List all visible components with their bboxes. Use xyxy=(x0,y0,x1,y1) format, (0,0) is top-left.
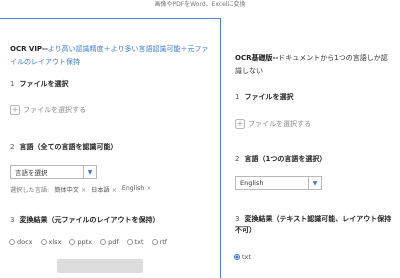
basic-step-select-file: 1 ファイルを選択 xyxy=(235,92,293,102)
format-option-docx[interactable]: docx xyxy=(9,238,33,246)
vip-convert-button[interactable] xyxy=(57,259,143,273)
vip-format-options: docx xlsx pptx pdf txt rtf xyxy=(9,238,167,246)
page-subtitle: 画像やPDFをWord、Excelに変換 xyxy=(154,1,246,8)
basic-title-strong: OCR基礎版-- xyxy=(235,54,279,62)
radio-icon xyxy=(126,239,133,245)
plus-icon: + xyxy=(235,119,245,129)
step-number: 1 xyxy=(10,80,15,88)
format-option-pptx[interactable]: pptx xyxy=(69,238,92,246)
step-label: ファイルを選択 xyxy=(244,93,294,101)
step-label: ファイルを選択 xyxy=(19,80,69,88)
plus-icon: + xyxy=(10,105,20,115)
vip-title-strong: OCR VIP-- xyxy=(10,45,48,53)
radio-icon xyxy=(40,239,47,245)
radio-selected-icon xyxy=(234,254,240,260)
format-option-txt[interactable]: txt xyxy=(234,253,251,261)
format-option-txt[interactable]: txt xyxy=(126,238,144,246)
format-option-rtf[interactable]: rtf xyxy=(151,238,167,246)
format-option-pdf[interactable]: pdf xyxy=(100,238,119,246)
step-label: 言語（1つの言語を選択） xyxy=(244,155,327,163)
select-file-label: ファイルを選択する xyxy=(248,120,311,128)
step-number: 1 xyxy=(235,93,240,101)
remove-icon[interactable]: × xyxy=(112,187,117,194)
language-select-value: English xyxy=(240,179,264,187)
basic-step-output: 3 変換結果（テキスト認識可能、レイアウト保持不可） xyxy=(235,214,395,236)
vip-title: OCR VIP--より高い認識精度＋より多い言語認識可能＋元ファイルのレイアウト… xyxy=(10,43,212,68)
step-number: 2 xyxy=(10,143,15,151)
radio-icon xyxy=(151,239,158,245)
vip-step-output: 3 変換結果（元ファイルのレイアウトを保持） xyxy=(10,215,159,225)
selected-languages-label: 選択した言語: xyxy=(10,187,50,194)
language-select-value: 言語を選択 xyxy=(15,169,48,177)
vip-step-language: 2 言語（全ての言語を認識可能） xyxy=(10,142,117,152)
ocr-vip-panel: OCR VIP--より高い認識精度＋より多い言語認識可能＋元ファイルのレイアウト… xyxy=(0,18,221,278)
vip-selected-languages: 選択した言語: 簡体中文 × 日本語 × English × xyxy=(10,185,151,194)
remove-icon[interactable]: × xyxy=(146,185,151,192)
radio-icon xyxy=(69,239,76,245)
select-file-label: ファイルを選択する xyxy=(23,106,86,114)
remove-icon[interactable]: × xyxy=(81,187,86,194)
vip-language-select[interactable]: 言語を選択 ▼ xyxy=(10,165,97,179)
step-label: 変換結果（元ファイルのレイアウトを保持） xyxy=(19,216,160,224)
vip-select-file-button[interactable]: + ファイルを選択する xyxy=(10,105,86,115)
step-number: 2 xyxy=(235,155,240,163)
language-tag: 簡体中文 × xyxy=(54,187,87,194)
radio-icon xyxy=(9,239,15,245)
vip-step-select-file: 1 ファイルを選択 xyxy=(10,79,68,89)
basic-title: OCR基礎版--ドキュメントから1つの言語しか認識しない xyxy=(235,52,392,77)
basic-language-select[interactable]: English ▼ xyxy=(235,176,322,190)
step-label: 言語（全ての言語を認識可能） xyxy=(19,143,118,151)
basic-select-file-button[interactable]: + ファイルを選択する xyxy=(235,119,311,129)
basic-step-language: 2 言語（1つの言語を選択） xyxy=(235,154,326,164)
language-tag: 日本語 × xyxy=(91,187,117,194)
ocr-basic-panel: OCR基礎版--ドキュメントから1つの言語しか認識しない 1 ファイルを選択 + … xyxy=(225,18,400,278)
radio-icon xyxy=(100,239,107,245)
step-number: 3 xyxy=(235,215,240,223)
language-tag: English × xyxy=(121,185,152,192)
chevron-down-icon: ▼ xyxy=(308,177,321,189)
step-label: 変換結果（テキスト認識可能、レイアウト保持不可） xyxy=(235,215,392,234)
basic-format-options: txt xyxy=(234,253,251,261)
chevron-down-icon: ▼ xyxy=(83,166,96,178)
format-option-xlsx[interactable]: xlsx xyxy=(40,238,61,246)
step-number: 3 xyxy=(10,216,15,224)
